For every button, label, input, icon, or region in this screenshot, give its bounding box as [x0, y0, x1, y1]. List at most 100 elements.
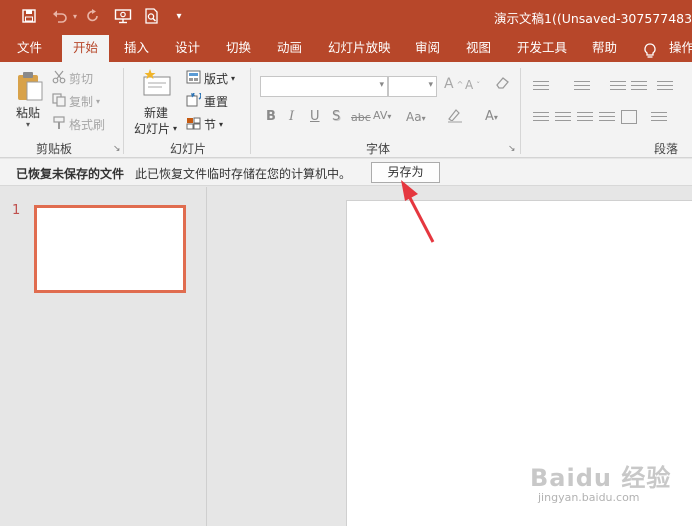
- chevron-down-icon: ▾: [387, 112, 392, 121]
- clipboard-launcher-icon[interactable]: ↘: [113, 144, 121, 154]
- slide-thumbnail[interactable]: [34, 205, 186, 293]
- font-launcher-icon[interactable]: ↘: [508, 144, 516, 154]
- section-icon: [186, 116, 201, 133]
- copy-icon: [52, 93, 66, 110]
- align-center-icon[interactable]: [555, 112, 571, 124]
- format-painter-label: 格式刷: [69, 118, 106, 132]
- group-divider: [250, 68, 251, 154]
- section-label: 节: [204, 118, 217, 132]
- tab-animations[interactable]: 动画: [277, 33, 302, 62]
- justify-icon[interactable]: [599, 112, 615, 124]
- watermark-brand: Baidu 经验: [530, 464, 672, 492]
- numbering-icon[interactable]: [574, 81, 590, 93]
- strikethrough-button[interactable]: abc: [351, 111, 371, 124]
- grow-font-button[interactable]: A ^: [444, 76, 463, 92]
- text-shadow-button[interactable]: S: [332, 109, 340, 124]
- customize-dropdown-icon[interactable]: ▾: [172, 6, 186, 26]
- cut-button[interactable]: 剪切: [52, 70, 93, 87]
- present-from-start-icon[interactable]: [112, 6, 134, 26]
- underline-button[interactable]: U: [310, 109, 320, 124]
- tab-developer[interactable]: 开发工具: [517, 33, 567, 62]
- chevron-down-icon: ▾: [493, 113, 498, 122]
- reset-icon: [186, 90, 202, 110]
- align-right-icon[interactable]: [577, 112, 593, 124]
- font-name-combo[interactable]: ▾: [260, 76, 388, 97]
- tab-home[interactable]: 开始: [62, 35, 110, 62]
- tab-tell-me[interactable]: 操作: [669, 33, 692, 62]
- clipboard-group-label: 剪贴板: [36, 142, 73, 156]
- new-slide-label-1[interactable]: 新建: [144, 104, 168, 121]
- lightbulb-icon[interactable]: [643, 40, 657, 58]
- font-size-combo[interactable]: ▾: [388, 76, 437, 97]
- text-direction-icon[interactable]: [651, 112, 667, 124]
- change-case-button[interactable]: Aa▾: [406, 110, 426, 124]
- bold-button[interactable]: B: [266, 109, 276, 124]
- new-slide-label-2: 幻灯片: [134, 122, 171, 136]
- tab-transitions[interactable]: 切换: [226, 33, 251, 62]
- title-bar: ▾ ▾ 演示文稿1((Unsaved-307577483477: [0, 0, 692, 33]
- character-spacing-label: AV: [373, 109, 388, 122]
- watermark-url: jingyan.baidu.com: [538, 491, 640, 504]
- slides-group-label: 幻灯片: [170, 142, 207, 156]
- tab-file[interactable]: 文件: [17, 33, 42, 62]
- new-slide-dropdown-icon[interactable]: ▾: [173, 124, 177, 133]
- ribbon-home: 粘贴 ▾ 剪切 复制 ▾ 格式刷 剪贴板 ↘ 新建 幻灯片 ▾ 版式 ▾ 重置 …: [0, 62, 692, 158]
- tab-insert[interactable]: 插入: [124, 33, 149, 62]
- tab-design[interactable]: 设计: [175, 33, 200, 62]
- paste-dropdown-icon[interactable]: ▾: [26, 120, 30, 129]
- undo-icon[interactable]: [50, 6, 70, 26]
- tab-view[interactable]: 视图: [466, 33, 491, 62]
- slide-number: 1: [12, 203, 21, 218]
- copy-label: 复制: [69, 95, 94, 109]
- tab-review[interactable]: 审阅: [415, 33, 440, 62]
- format-painter-icon: [52, 116, 66, 133]
- increase-indent-icon[interactable]: [631, 81, 647, 93]
- change-case-label: Aa: [406, 110, 422, 124]
- new-slide-button[interactable]: 幻灯片 ▾: [134, 120, 177, 137]
- line-spacing-icon[interactable]: [657, 81, 673, 93]
- tab-help[interactable]: 帮助: [592, 33, 617, 62]
- italic-button[interactable]: I: [289, 109, 294, 124]
- group-divider: [123, 68, 124, 154]
- columns-icon[interactable]: [621, 110, 637, 124]
- bullets-icon[interactable]: [533, 81, 549, 93]
- highlight-button[interactable]: [446, 108, 466, 128]
- cut-label: 剪切: [69, 72, 94, 86]
- format-painter-button[interactable]: 格式刷: [52, 116, 105, 133]
- save-icon[interactable]: [19, 6, 39, 26]
- chevron-down-icon: ▾: [379, 80, 384, 90]
- character-spacing-button[interactable]: AV▾: [373, 109, 391, 122]
- section-dropdown-icon[interactable]: ▾: [219, 120, 223, 129]
- new-slide-icon[interactable]: [142, 68, 172, 98]
- highlighter-icon: [446, 109, 466, 128]
- align-left-icon[interactable]: [533, 112, 549, 124]
- tab-slideshow[interactable]: 幻灯片放映: [328, 33, 391, 62]
- paste-icon[interactable]: [16, 70, 44, 102]
- reset-button[interactable]: 重置: [186, 90, 229, 110]
- font-group-label: 字体: [366, 142, 391, 156]
- layout-dropdown-icon[interactable]: ▾: [231, 74, 235, 83]
- slide-thumbnails-pane: 1: [0, 187, 207, 526]
- font-color-label: A: [485, 109, 494, 124]
- layout-label: 版式: [204, 72, 229, 86]
- shrink-font-icon: A: [465, 78, 474, 92]
- clear-formatting-button[interactable]: [494, 76, 510, 93]
- group-divider: [520, 68, 521, 154]
- baidu-watermark: Baidu 经验 jingyan.baidu.com: [530, 458, 680, 514]
- undo-dropdown-icon[interactable]: ▾: [70, 6, 80, 26]
- redo-icon[interactable]: [84, 6, 102, 26]
- infobar-title: 已恢复未保存的文件: [16, 167, 125, 181]
- copy-button[interactable]: 复制 ▾: [52, 93, 100, 110]
- reset-label: 重置: [204, 95, 229, 109]
- shrink-font-button[interactable]: Aˇ: [465, 78, 480, 92]
- layout-button[interactable]: 版式 ▾: [186, 70, 235, 87]
- paste-button[interactable]: 粘贴: [16, 104, 40, 121]
- eraser-icon: [494, 76, 510, 93]
- annotation-arrow: [401, 180, 435, 243]
- decrease-indent-icon[interactable]: [610, 81, 626, 93]
- print-preview-icon[interactable]: [142, 6, 162, 26]
- copy-dropdown-icon[interactable]: ▾: [96, 97, 100, 106]
- ribbon-tabs: 文件 开始 插入 设计 切换 动画 幻灯片放映 审阅 视图 开发工具 帮助 操作: [0, 33, 692, 62]
- font-color-button[interactable]: A▾: [485, 109, 498, 124]
- section-button[interactable]: 节 ▾: [186, 116, 223, 133]
